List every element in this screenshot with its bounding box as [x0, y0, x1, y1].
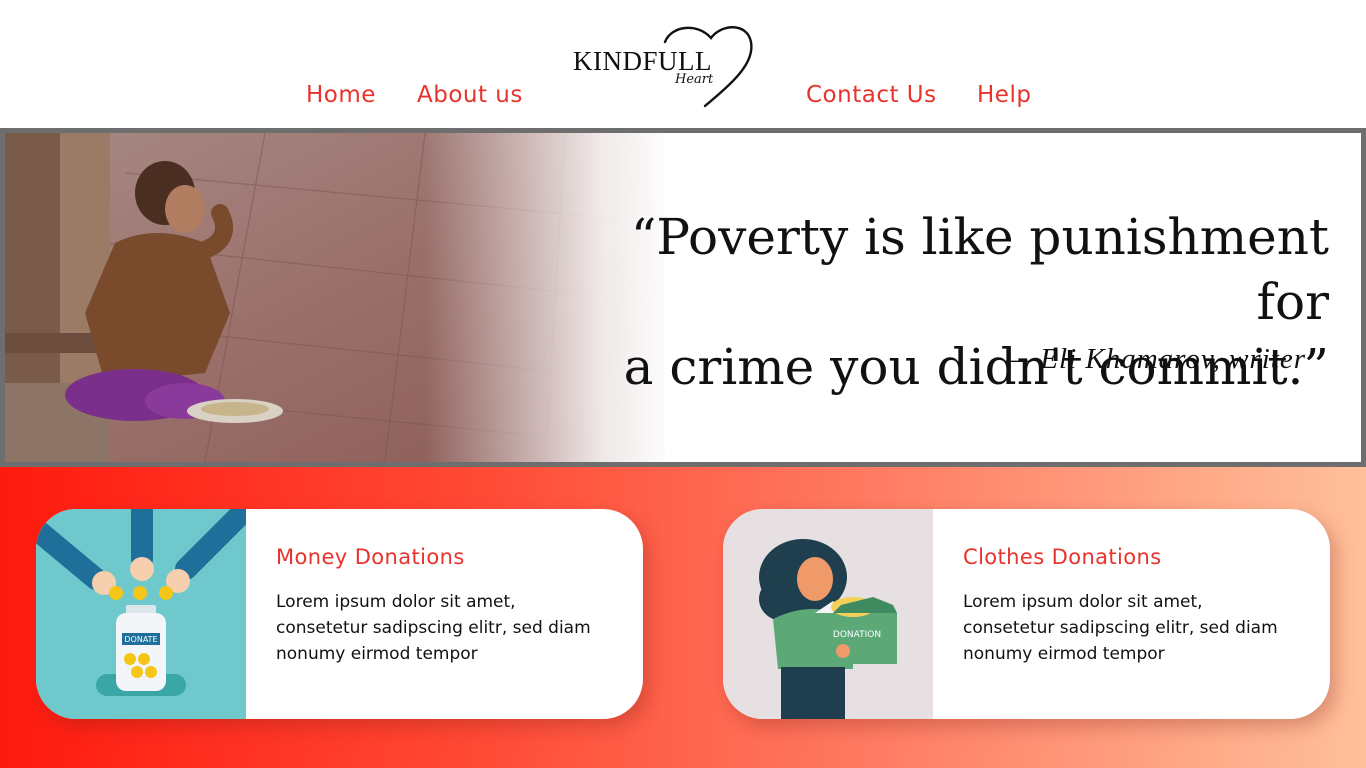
kindfull-heart-logo[interactable]: KINDFULL Heart	[565, 18, 765, 110]
clothes-donations-card[interactable]: DONATION Clothes Donations Lorem ipsum d…	[723, 509, 1330, 719]
logo-subtitle: Heart	[675, 72, 714, 87]
card-title: Clothes Donations	[963, 545, 1162, 569]
money-donations-card[interactable]: DONATE Money Donations Lorem ipsum dolor…	[36, 509, 643, 719]
site-header: Home About us KINDFULL Heart Contact Us …	[0, 0, 1366, 128]
card-title: Money Donations	[276, 545, 465, 569]
nav-help-link[interactable]: Help	[977, 82, 1031, 108]
card-description: Lorem ipsum dolor sit amet, consetetur s…	[276, 592, 591, 664]
nav-home-link[interactable]: Home	[306, 82, 376, 108]
clothes-donation-illustration: DONATION	[723, 509, 933, 719]
nav-contact-link[interactable]: Contact Us	[806, 82, 937, 108]
card-description: Lorem ipsum dolor sit amet, consetetur s…	[963, 592, 1278, 664]
quote-line-1: “Poverty is like punishment for	[630, 208, 1329, 331]
money-donation-illustration: DONATE	[36, 509, 246, 719]
donations-section: DONATE Money Donations Lorem ipsum dolor…	[0, 467, 1366, 768]
nav-about-link[interactable]: About us	[417, 82, 523, 108]
quote-author: — Eli Khamarov, writer	[1005, 343, 1306, 375]
jar-label: DONATE	[124, 635, 157, 644]
hero-banner: “Poverty is like punishment for a crime …	[0, 128, 1366, 467]
box-label: DONATION	[833, 630, 881, 640]
